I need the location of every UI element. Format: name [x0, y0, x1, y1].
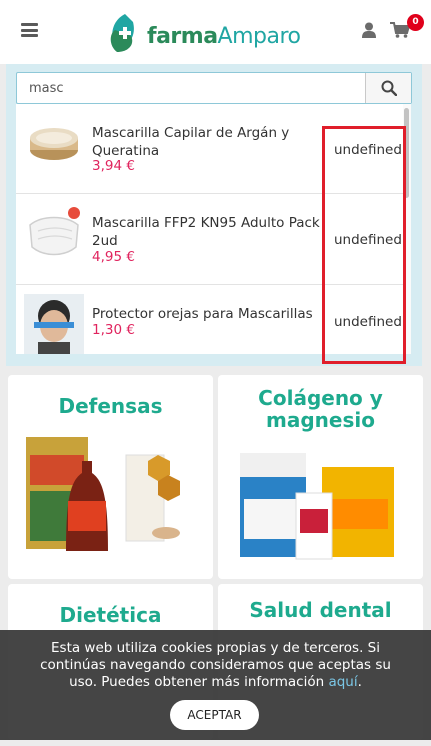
category-image: [26, 437, 180, 551]
category-tile-colageno[interactable]: Colágeno y magnesio: [218, 375, 423, 579]
hamburger-icon[interactable]: [21, 23, 38, 37]
cross-leaf-icon: [110, 14, 134, 52]
search-results-dropdown: Mascarilla Capilar de Argán y Queratina …: [16, 104, 411, 354]
search-result[interactable]: Mascarilla Capilar de Argán y Queratina …: [16, 104, 405, 194]
result-name: Mascarilla Capilar de Argán y Queratina: [92, 125, 290, 159]
accept-cookies-button[interactable]: ACEPTAR: [170, 700, 259, 730]
result-name: Protector orejas para Mascarillas: [92, 306, 313, 322]
search-box: [16, 72, 412, 104]
logo[interactable]: farmaAmparo: [105, 12, 315, 54]
result-extra: undefined: [334, 142, 402, 158]
category-title: Defensas: [58, 394, 163, 418]
product-thumbnail: [24, 294, 84, 354]
search-icon: [381, 80, 397, 96]
result-extra: undefined: [334, 314, 402, 330]
cart-count-badge: 0: [407, 14, 424, 31]
result-price: 3,94 €: [92, 158, 135, 174]
category-tile-defensas[interactable]: Defensas: [8, 375, 213, 579]
user-icon[interactable]: [362, 22, 376, 38]
product-thumbnail: [29, 207, 80, 256]
cookie-more-info-link[interactable]: aquí: [328, 674, 357, 690]
search-button[interactable]: [365, 73, 411, 103]
category-image: [240, 445, 394, 560]
result-extra: undefined: [334, 232, 402, 248]
search-input[interactable]: [17, 73, 367, 103]
cookie-banner: Esta web utiliza cookies propias y de te…: [0, 630, 431, 740]
logo-text: farmaAmparo: [147, 24, 301, 49]
result-name: Mascarilla FFP2 KN95 Adulto Pack 2ud: [92, 215, 320, 249]
product-thumbnail: [30, 128, 78, 160]
category-title: Colágeno y magnesio: [258, 386, 383, 432]
cookie-text: Esta web utiliza cookies propias y de te…: [40, 640, 391, 690]
category-title: Salud dental: [249, 598, 392, 622]
site-header: farmaAmparo 0: [0, 0, 431, 64]
search-result[interactable]: Protector orejas para Mascarillas 1,30 €…: [16, 286, 405, 354]
result-price: 1,30 €: [92, 322, 135, 338]
search-result[interactable]: Mascarilla FFP2 KN95 Adulto Pack 2ud 4,9…: [16, 195, 405, 285]
category-title: Dietética: [59, 603, 162, 627]
dropdown-scrollbar-thumb[interactable]: [404, 108, 409, 198]
result-price: 4,95 €: [92, 249, 135, 265]
